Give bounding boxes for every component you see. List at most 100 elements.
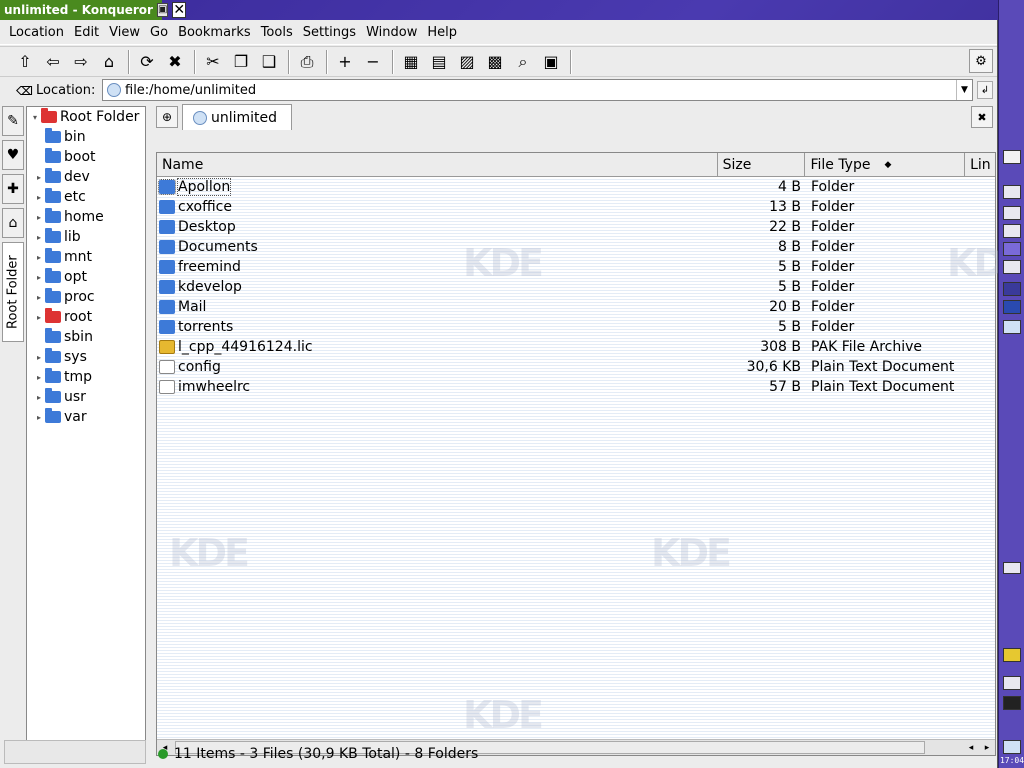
sidebar-tab-root-folder[interactable]: Root Folder: [2, 242, 24, 342]
file-list-view[interactable]: KDE KDE KDE KDE KDE Name Size File Type …: [156, 152, 1024, 756]
column-header-file-type[interactable]: File Type ◆: [805, 153, 966, 177]
column-header-size[interactable]: Size: [718, 153, 806, 177]
tree-item-lib[interactable]: ▸ lib: [27, 227, 145, 247]
close-icon[interactable]: ✕: [172, 2, 187, 18]
reload-button[interactable]: ⟳: [134, 49, 160, 75]
sidebar-tab-tools[interactable]: ✎: [2, 106, 24, 136]
tree-item-dev[interactable]: ▸ dev: [27, 167, 145, 187]
table-row[interactable]: Desktop 22 B Folder: [157, 217, 995, 237]
menu-help[interactable]: Help: [422, 25, 462, 40]
tray-icon[interactable]: [1003, 696, 1021, 710]
gear-icon[interactable]: ⚙: [969, 49, 993, 73]
table-row[interactable]: freemind 5 B Folder: [157, 257, 995, 277]
panel-desktop-icon[interactable]: [1003, 185, 1021, 199]
pager-desktop-4[interactable]: [1003, 260, 1021, 274]
table-row[interactable]: kdevelop 5 B Folder: [157, 277, 995, 297]
menu-tools[interactable]: Tools: [256, 25, 298, 40]
up-button[interactable]: ⇧: [12, 49, 38, 75]
location-input[interactable]: file:/home/unlimited ▼: [102, 79, 973, 101]
find-button[interactable]: ⌕: [510, 49, 536, 75]
menu-view[interactable]: View: [104, 25, 145, 40]
tree-item-proc[interactable]: ▸ proc: [27, 287, 145, 307]
tree-item-bin[interactable]: bin: [27, 127, 145, 147]
detail-view-button[interactable]: ▤: [426, 49, 452, 75]
expand-icon[interactable]: ▸: [33, 233, 45, 242]
expand-icon[interactable]: ▸: [33, 273, 45, 282]
forward-button[interactable]: ⇨: [68, 49, 94, 75]
tree-item-boot[interactable]: boot: [27, 147, 145, 167]
tree-item-root[interactable]: ▸ root: [27, 307, 145, 327]
back-button[interactable]: ⇦: [40, 49, 66, 75]
terminal-button[interactable]: ▣: [538, 49, 564, 75]
print-button[interactable]: ⎙: [294, 49, 320, 75]
column-header-name[interactable]: Name: [157, 153, 718, 177]
clipboard-icon[interactable]: [1003, 648, 1021, 662]
taskbar-button[interactable]: [1003, 300, 1021, 314]
zoom-in-button[interactable]: +: [332, 49, 358, 75]
tree-item-opt[interactable]: ▸ opt: [27, 267, 145, 287]
home-button[interactable]: ⌂: [96, 49, 122, 75]
sidebar-tab-home[interactable]: ⌂: [2, 208, 24, 238]
network-icon[interactable]: [1003, 676, 1021, 690]
tree-item-mnt[interactable]: ▸ mnt: [27, 247, 145, 267]
minimize-icon[interactable]: ▣: [156, 3, 169, 17]
sidebar-tab-services[interactable]: ✚: [2, 174, 24, 204]
new-tab-icon[interactable]: ⊕: [156, 106, 178, 128]
copy-button[interactable]: ❐: [228, 49, 254, 75]
expand-icon[interactable]: ▸: [33, 193, 45, 202]
expand-icon[interactable]: ▸: [33, 393, 45, 402]
tree-item-tmp[interactable]: ▸ tmp: [27, 367, 145, 387]
table-row[interactable]: Apollon 4 B Folder: [157, 177, 995, 197]
expand-icon[interactable]: ▸: [33, 373, 45, 382]
tray-icon[interactable]: [1003, 740, 1021, 754]
tree-item-usr[interactable]: ▸ usr: [27, 387, 145, 407]
expand-icon[interactable]: ▸: [33, 313, 45, 322]
icon-view-button[interactable]: ▦: [398, 49, 424, 75]
multicolumn-button[interactable]: ▩: [482, 49, 508, 75]
tree-item-var[interactable]: ▸ var: [27, 407, 145, 427]
location-value[interactable]: file:/home/unlimited: [125, 83, 256, 98]
paste-button[interactable]: ❑: [256, 49, 282, 75]
tree-item-home[interactable]: ▸ home: [27, 207, 145, 227]
expand-icon[interactable]: ▸: [33, 213, 45, 222]
table-row[interactable]: Documents 8 B Folder: [157, 237, 995, 257]
taskbar-button[interactable]: [1003, 282, 1021, 296]
menu-go[interactable]: Go: [145, 25, 173, 40]
zoom-out-button[interactable]: −: [360, 49, 386, 75]
thumbnail-button[interactable]: ▨: [454, 49, 480, 75]
tree-item-root-folder[interactable]: ▾ Root Folder: [27, 107, 145, 127]
pager-desktop-2[interactable]: [1003, 224, 1021, 238]
menu-edit[interactable]: Edit: [69, 25, 104, 40]
expand-icon[interactable]: ▸: [33, 253, 45, 262]
expand-icon[interactable]: ▸: [33, 173, 45, 182]
clear-location-icon[interactable]: ⌫: [16, 84, 34, 98]
go-button[interactable]: ↲: [977, 81, 993, 99]
sidebar-tab-bookmarks[interactable]: ♥: [2, 140, 24, 170]
expand-icon[interactable]: ▾: [29, 113, 41, 122]
menu-bookmarks[interactable]: Bookmarks: [173, 25, 256, 40]
table-row[interactable]: cxoffice 13 B Folder: [157, 197, 995, 217]
taskbar-button-konqueror[interactable]: [1003, 320, 1021, 334]
table-row[interactable]: Mail 20 B Folder: [157, 297, 995, 317]
stop-button[interactable]: ✖: [162, 49, 188, 75]
tree-item-sys[interactable]: ▸ sys: [27, 347, 145, 367]
tree-item-sbin[interactable]: sbin: [27, 327, 145, 347]
panel-applet[interactable]: [1003, 562, 1021, 574]
menu-window[interactable]: Window: [361, 25, 422, 40]
tree-item-etc[interactable]: ▸ etc: [27, 187, 145, 207]
close-tab-icon[interactable]: ✖: [971, 106, 993, 128]
chevron-down-icon[interactable]: ▼: [956, 80, 972, 100]
expand-icon[interactable]: ▸: [33, 293, 45, 302]
menu-settings[interactable]: Settings: [298, 25, 361, 40]
table-row[interactable]: config 30,6 KB Plain Text Document: [157, 357, 995, 377]
pager-desktop-3[interactable]: [1003, 242, 1021, 256]
tab-unlimited[interactable]: unlimited: [182, 104, 292, 130]
expand-icon[interactable]: ▸: [33, 353, 45, 362]
column-header-link[interactable]: Lin: [965, 153, 995, 177]
table-row[interactable]: imwheelrc 57 B Plain Text Document: [157, 377, 995, 397]
window-titlebar[interactable]: unlimited - Konqueror ▣ ✕: [0, 0, 187, 20]
expand-icon[interactable]: ▸: [33, 413, 45, 422]
pager-desktop-1[interactable]: [1003, 206, 1021, 220]
table-row[interactable]: torrents 5 B Folder: [157, 317, 995, 337]
cut-button[interactable]: ✂: [200, 49, 226, 75]
